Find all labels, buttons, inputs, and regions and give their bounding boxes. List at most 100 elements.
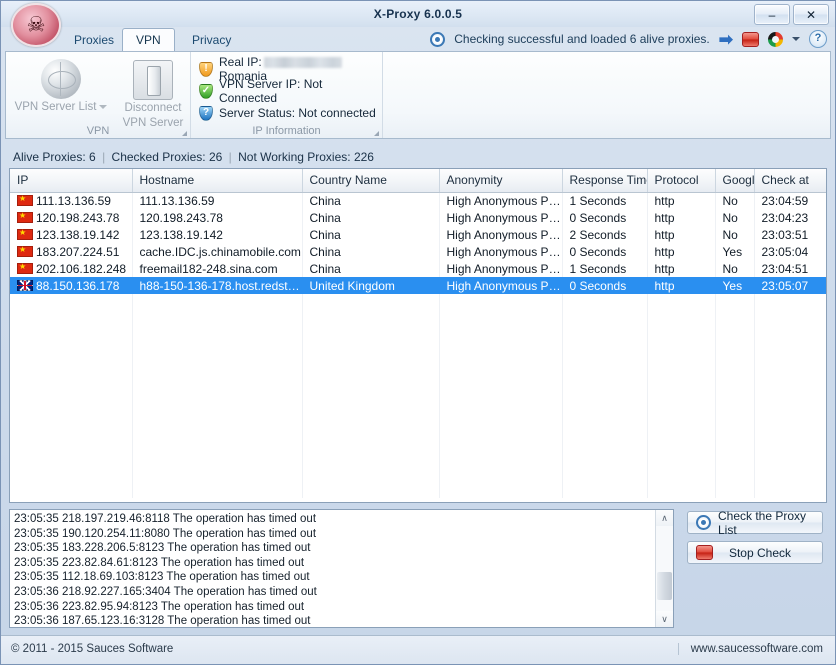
window-controls: – ✕ [754, 4, 829, 25]
log-panel[interactable]: 23:05:35 218.197.219.46:8118 The operati… [9, 509, 674, 628]
cell-hostname: 123.138.19.142 [132, 226, 303, 243]
tab-proxies[interactable]: Proxies [61, 29, 127, 51]
table-row[interactable]: 202.106.182.248 freemail182-248.sina.comC… [10, 260, 826, 277]
shield-warning-icon: ! [199, 61, 213, 77]
table-empty-row [10, 447, 826, 464]
column-header-response-time[interactable]: Response Time [562, 169, 648, 193]
cell-protocol: http [647, 243, 716, 260]
cell-empty [562, 464, 648, 481]
cell-empty [439, 481, 563, 498]
vpn-server-list-button[interactable]: VPN Server List [9, 56, 113, 114]
cell-country-name: China [302, 192, 440, 209]
ip-text: 183.207.224.51 [36, 244, 120, 259]
stop-icon [696, 545, 713, 560]
cell-google: No [715, 260, 755, 277]
cell-empty [132, 464, 303, 481]
scrollbar-thumb[interactable] [657, 572, 672, 600]
cell-empty [302, 464, 440, 481]
tab-privacy[interactable]: Privacy [179, 29, 244, 51]
table-row[interactable]: 123.138.19.142123.138.19.142ChinaHigh An… [10, 226, 826, 243]
ribbon-group-expander-icon[interactable] [374, 131, 379, 136]
window-title: X-Proxy 6.0.0.5 [373, 7, 463, 21]
cell-empty [10, 413, 133, 430]
shield-info-icon: ? [199, 105, 213, 121]
table-header-row: IP Hostname Country Name Anonymity Respo… [10, 169, 826, 193]
column-header-ip[interactable]: IP [10, 169, 133, 193]
flag-cn-icon [17, 261, 33, 274]
vpn-server-ip-label: VPN Server IP: Not Connected [219, 77, 323, 105]
vpn-server-list-label: VPN Server List [14, 101, 97, 113]
cell-empty [10, 311, 133, 328]
check-the-proxy-list-button[interactable]: Check the Proxy List [687, 508, 823, 537]
table-row[interactable]: 120.198.243.78120.198.243.78ChinaHigh An… [10, 209, 826, 226]
column-header-protocol[interactable]: Protocol [647, 169, 716, 193]
cell-anonymity: High Anonymous Proxy [439, 260, 563, 277]
cell-empty [754, 311, 826, 328]
website-link[interactable]: www.saucessoftware.com [677, 643, 823, 655]
cell-empty [647, 294, 716, 311]
table-row[interactable]: 183.207.224.51 cache.IDC.js.chinamobile.c… [10, 243, 826, 260]
column-header-check-at[interactable]: Check at [754, 169, 826, 193]
log-line: 23:05:36 223.82.95.94:8123 The operation… [14, 600, 305, 613]
cell-empty [10, 464, 133, 481]
cell-empty [715, 362, 755, 379]
table-empty-row [10, 413, 826, 430]
ribbon: VPN Server List Disconnect VPN Server VP… [5, 51, 831, 139]
server-status-label: Server Status: Not connected [219, 106, 376, 120]
cell-google: Yes [715, 277, 755, 294]
cell-response-time: 0 Seconds [562, 243, 648, 260]
cell-empty [132, 430, 303, 447]
cell-empty [439, 362, 563, 379]
cell-empty [715, 413, 755, 430]
table-row[interactable]: 111.13.136.59111.13.136.59ChinaHigh Anon… [10, 192, 826, 209]
cell-empty [439, 311, 563, 328]
ribbon-group-expander-icon[interactable] [182, 131, 187, 136]
ip-info-vpn-server-ip: ✓ VPN Server IP: Not Connected [199, 77, 378, 105]
column-header-hostname[interactable]: Hostname [132, 169, 303, 193]
cell-empty [715, 464, 755, 481]
cell-empty [10, 328, 133, 345]
cell-empty [715, 396, 755, 413]
cell-check-at: 23:04:51 [754, 260, 826, 277]
cell-ip: 202.106.182.248 [10, 260, 133, 277]
chevron-down-icon[interactable] [99, 104, 108, 109]
cell-empty [439, 464, 563, 481]
column-header-country-name[interactable]: Country Name [302, 169, 440, 193]
real-ip-masked-value [263, 57, 342, 69]
column-header-anonymity[interactable]: Anonymity [439, 169, 563, 193]
cell-anonymity: High Anonymous Proxy [439, 209, 563, 226]
check-proxy-list-label: Check the Proxy List [718, 508, 807, 537]
cell-empty [715, 345, 755, 362]
cell-anonymity: High Anonymous Proxy [439, 226, 563, 243]
scroll-up-icon[interactable]: ∧ [656, 510, 673, 526]
table-row[interactable]: 88.150.136.178 h88-150-136-178.host.redst… [10, 277, 826, 294]
cell-empty [439, 379, 563, 396]
tab-vpn[interactable]: VPN [122, 28, 175, 53]
close-button[interactable]: ✕ [793, 4, 829, 25]
flag-cn-icon [17, 227, 33, 240]
cell-empty [647, 430, 716, 447]
cell-empty [562, 362, 648, 379]
cell-empty [562, 413, 648, 430]
cell-empty [715, 328, 755, 345]
cell-ip: 111.13.136.59 [10, 192, 133, 209]
log-scrollbar[interactable]: ∧ ∨ [655, 510, 673, 627]
disconnect-vpn-server-button[interactable]: Disconnect VPN Server [118, 56, 188, 130]
table-empty-row [10, 481, 826, 498]
shield-check-icon: ✓ [199, 83, 213, 99]
cell-empty [302, 413, 440, 430]
minimize-button[interactable]: – [754, 4, 790, 25]
cell-empty [754, 294, 826, 311]
stop-check-button[interactable]: Stop Check [687, 541, 823, 564]
scroll-down-icon[interactable]: ∨ [656, 611, 673, 627]
proxy-table-container[interactable]: IP Hostname Country Name Anonymity Respo… [9, 168, 827, 503]
cell-empty [302, 328, 440, 345]
column-header-google[interactable]: Google [715, 169, 755, 193]
cell-empty [10, 379, 133, 396]
cell-empty [10, 481, 133, 498]
cell-empty [715, 294, 755, 311]
cell-empty [562, 294, 648, 311]
cell-empty [439, 413, 563, 430]
cell-empty [715, 430, 755, 447]
cell-empty [10, 345, 133, 362]
